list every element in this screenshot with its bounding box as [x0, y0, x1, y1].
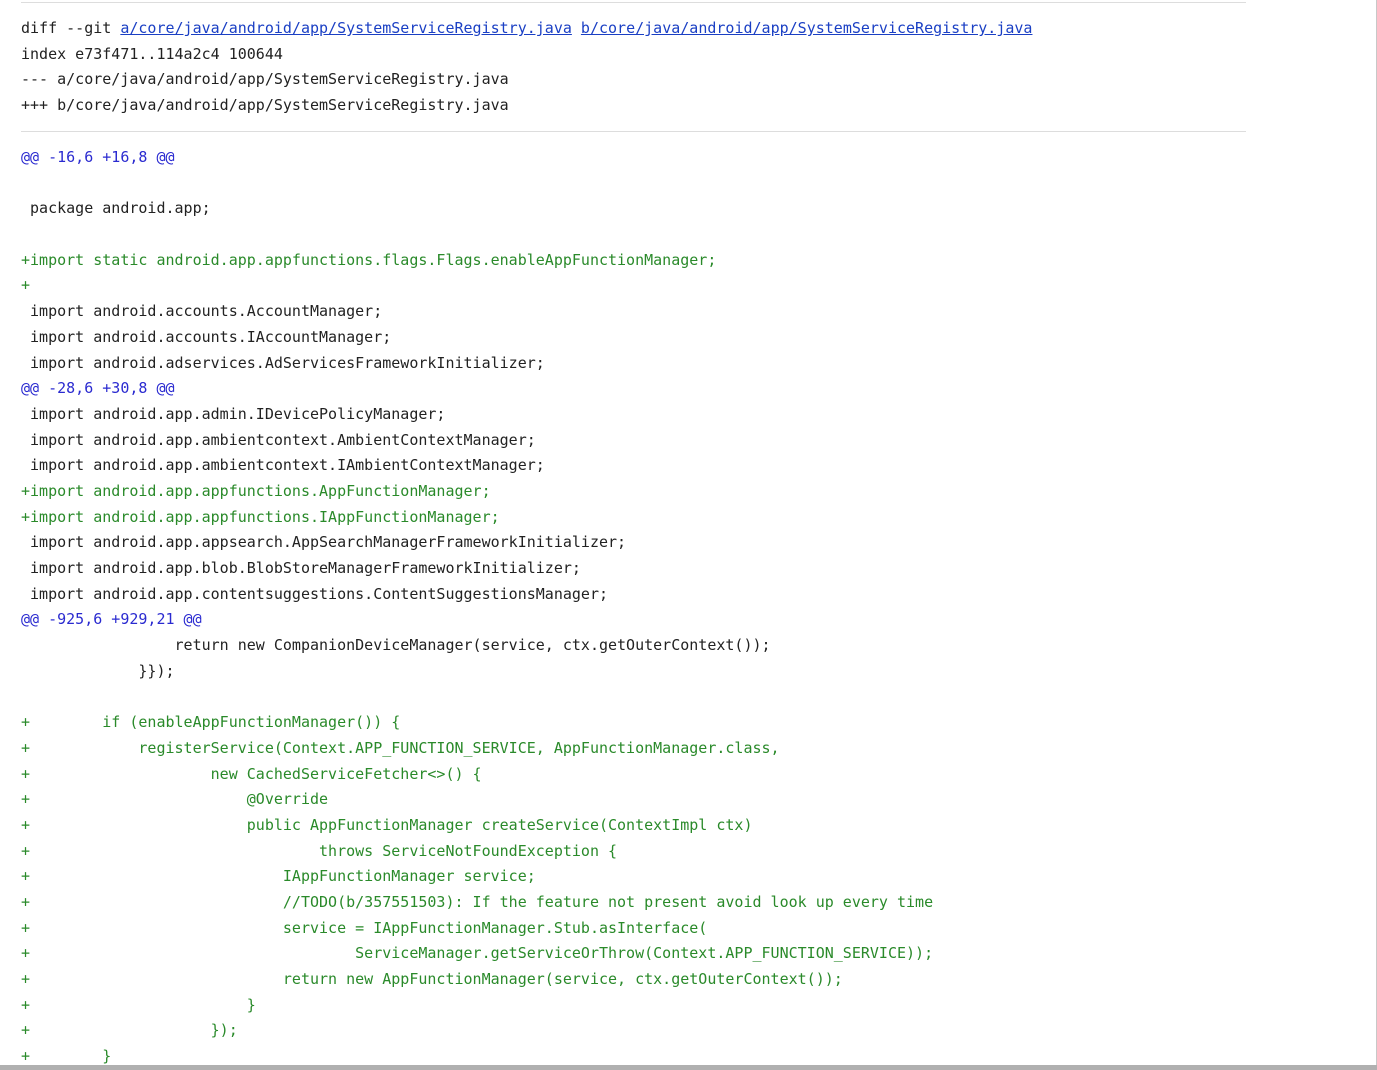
added-line: + } [21, 995, 256, 1014]
context-line: import android.accounts.IAccountManager; [21, 327, 392, 346]
added-line: + [21, 276, 31, 295]
context-line: import android.accounts.AccountManager; [21, 302, 383, 321]
added-line: + service = IAppFunctionManager.Stub.asI… [21, 918, 708, 937]
minus-file-line: --- a/core/java/android/app/SystemServic… [21, 70, 509, 89]
context-line: import android.app.ambientcontext.IAmbie… [21, 456, 545, 475]
context-line: import android.app.appsearch.AppSearchMa… [21, 533, 627, 552]
added-line: +import static android.app.appfunctions.… [21, 250, 717, 269]
context-line: import android.app.ambientcontext.Ambien… [21, 430, 536, 449]
index-line: index e73f471..114a2c4 100644 [21, 44, 283, 63]
top-divider [21, 2, 1246, 3]
added-line: + throws ServiceNotFoundException { [21, 841, 618, 860]
path-b-link[interactable]: b/core/java/android/app/SystemServiceReg… [581, 19, 1033, 37]
context-line: import android.app.contentsuggestions.Co… [21, 584, 608, 603]
hunk-header: @@ -16,6 +16,8 @@ [21, 148, 175, 166]
hunk-header: @@ -28,6 +30,8 @@ [21, 379, 175, 398]
added-line: + if (enableAppFunctionManager()) { [21, 713, 401, 732]
added-line: + ServiceManager.getServiceOrThrow(Conte… [21, 944, 934, 963]
header-divider [21, 131, 1246, 132]
added-line: + IAppFunctionManager service; [21, 867, 536, 886]
context-line: package android.app; [21, 199, 211, 218]
path-a-link[interactable]: a/core/java/android/app/SystemServiceReg… [120, 19, 572, 37]
added-line: +import android.app.appfunctions.AppFunc… [21, 481, 491, 500]
context-line: return new CompanionDeviceManager(servic… [21, 636, 771, 655]
hunk-header: @@ -925,6 +929,21 @@ [21, 610, 202, 629]
added-line: + return new AppFunctionManager(service,… [21, 970, 843, 988]
added-line: + }); [21, 1021, 238, 1040]
diff-body: @@ -16,6 +16,8 @@ package android.app; +… [21, 145, 933, 1070]
diff-command: diff --git [21, 19, 121, 37]
added-line: + //TODO(b/357551503): If the feature no… [21, 892, 934, 911]
context-line: import android.app.admin.IDevicePolicyMa… [21, 404, 446, 423]
context-line: import android.adservices.AdServicesFram… [21, 353, 545, 372]
added-line: + registerService(Context.APP_FUNCTION_S… [21, 738, 780, 757]
added-line: + public AppFunctionManager createServic… [21, 815, 753, 834]
context-line: import android.app.blob.BlobStoreManager… [21, 559, 581, 577]
added-line: +import android.app.appfunctions.IAppFun… [21, 507, 500, 526]
plus-file-line: +++ b/core/java/android/app/SystemServic… [21, 96, 509, 115]
diff-header: diff --git a/core/java/android/app/Syste… [21, 16, 1032, 119]
added-line: + new CachedServiceFetcher<>() { [21, 764, 482, 783]
horizontal-scrollbar[interactable] [0, 1065, 1377, 1070]
added-line: + @Override [21, 790, 329, 809]
context-line: }}); [21, 661, 175, 680]
